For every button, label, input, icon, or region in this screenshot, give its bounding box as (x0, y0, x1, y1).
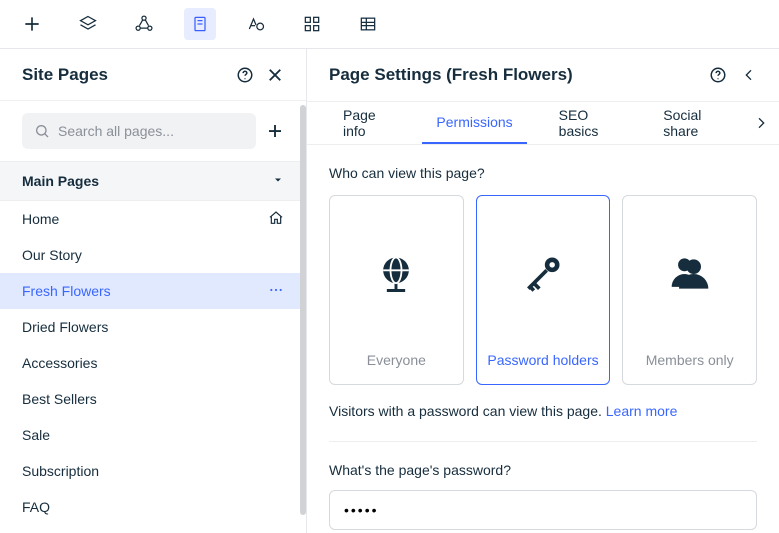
search-icon (34, 123, 50, 139)
learn-more-link[interactable]: Learn more (606, 403, 678, 419)
search-input[interactable] (58, 123, 244, 139)
tab-social-share[interactable]: Social share (649, 102, 739, 144)
permission-options: Everyone Password holders Members only (329, 195, 757, 385)
password-label: What's the page's password? (329, 462, 757, 478)
tabs-overflow-right-icon[interactable] (753, 102, 769, 144)
panel-title: Page Settings (Fresh Flowers) (329, 65, 573, 85)
add-icon[interactable] (16, 8, 48, 40)
page-item-fresh-flowers[interactable]: Fresh Flowers (0, 273, 306, 309)
tab-permissions[interactable]: Permissions (422, 102, 526, 144)
option-everyone[interactable]: Everyone (329, 195, 464, 385)
page-item-label: Accessories (22, 355, 97, 371)
page-item-label: Dried Flowers (22, 319, 108, 335)
sidebar-title: Site Pages (22, 65, 108, 85)
page-item-home[interactable]: Home (0, 201, 306, 237)
page-item-label: Best Sellers (22, 391, 97, 407)
section-label: Main Pages (22, 173, 99, 189)
option-password-holders[interactable]: Password holders (476, 195, 611, 385)
tabs: Page info Permissions SEO basics Social … (307, 101, 779, 145)
layers-icon[interactable] (72, 8, 104, 40)
page-icon[interactable] (184, 8, 216, 40)
section-header-main-pages[interactable]: Main Pages (0, 161, 306, 201)
page-item-label: Home (22, 211, 59, 227)
helper-text: Visitors with a password can view this p… (329, 403, 757, 419)
page-item-label: Sale (22, 427, 50, 443)
page-item-our-story[interactable]: Our Story (0, 237, 306, 273)
search-box[interactable] (22, 113, 256, 149)
who-can-view-label: Who can view this page? (329, 165, 757, 181)
settings-panel: Page Settings (Fresh Flowers) Page info … (307, 49, 779, 533)
option-label: Everyone (367, 352, 426, 368)
table-icon[interactable] (352, 8, 384, 40)
divider (329, 441, 757, 442)
home-icon (268, 210, 284, 229)
page-item-best-sellers[interactable]: Best Sellers (0, 381, 306, 417)
page-item-label: FAQ (22, 499, 50, 515)
option-members-only[interactable]: Members only (622, 195, 757, 385)
share-nodes-icon[interactable] (128, 8, 160, 40)
globe-icon (374, 196, 418, 352)
key-icon (521, 196, 565, 352)
page-item-dried-flowers[interactable]: Dried Flowers (0, 309, 306, 345)
design-icon[interactable] (240, 8, 272, 40)
scrollbar[interactable] (300, 105, 306, 515)
page-item-label: Subscription (22, 463, 99, 479)
page-item-label: Our Story (22, 247, 82, 263)
tab-page-info[interactable]: Page info (329, 102, 404, 144)
apps-icon[interactable] (296, 8, 328, 40)
help-icon[interactable] (236, 66, 254, 84)
password-input[interactable] (329, 490, 757, 530)
option-label: Members only (646, 352, 734, 368)
page-item-label: Fresh Flowers (22, 283, 111, 299)
page-item-accessories[interactable]: Accessories (0, 345, 306, 381)
chevron-down-icon (272, 173, 284, 189)
option-label: Password holders (487, 352, 598, 368)
sidebar: Site Pages Main Pages (0, 49, 307, 533)
help-icon[interactable] (709, 66, 727, 84)
page-item-faq[interactable]: FAQ (0, 489, 306, 525)
page-item-subscription[interactable]: Subscription (0, 453, 306, 489)
tab-seo-basics[interactable]: SEO basics (545, 102, 632, 144)
page-item-sale[interactable]: Sale (0, 417, 306, 453)
page-list: Home Our Story Fresh Flowers Dried Flowe… (0, 201, 306, 533)
close-icon[interactable] (266, 66, 284, 84)
top-toolbar (0, 0, 779, 49)
more-icon[interactable] (268, 282, 284, 301)
members-icon (668, 196, 712, 352)
add-page-icon[interactable] (266, 122, 284, 140)
chevron-left-icon[interactable] (741, 67, 757, 83)
